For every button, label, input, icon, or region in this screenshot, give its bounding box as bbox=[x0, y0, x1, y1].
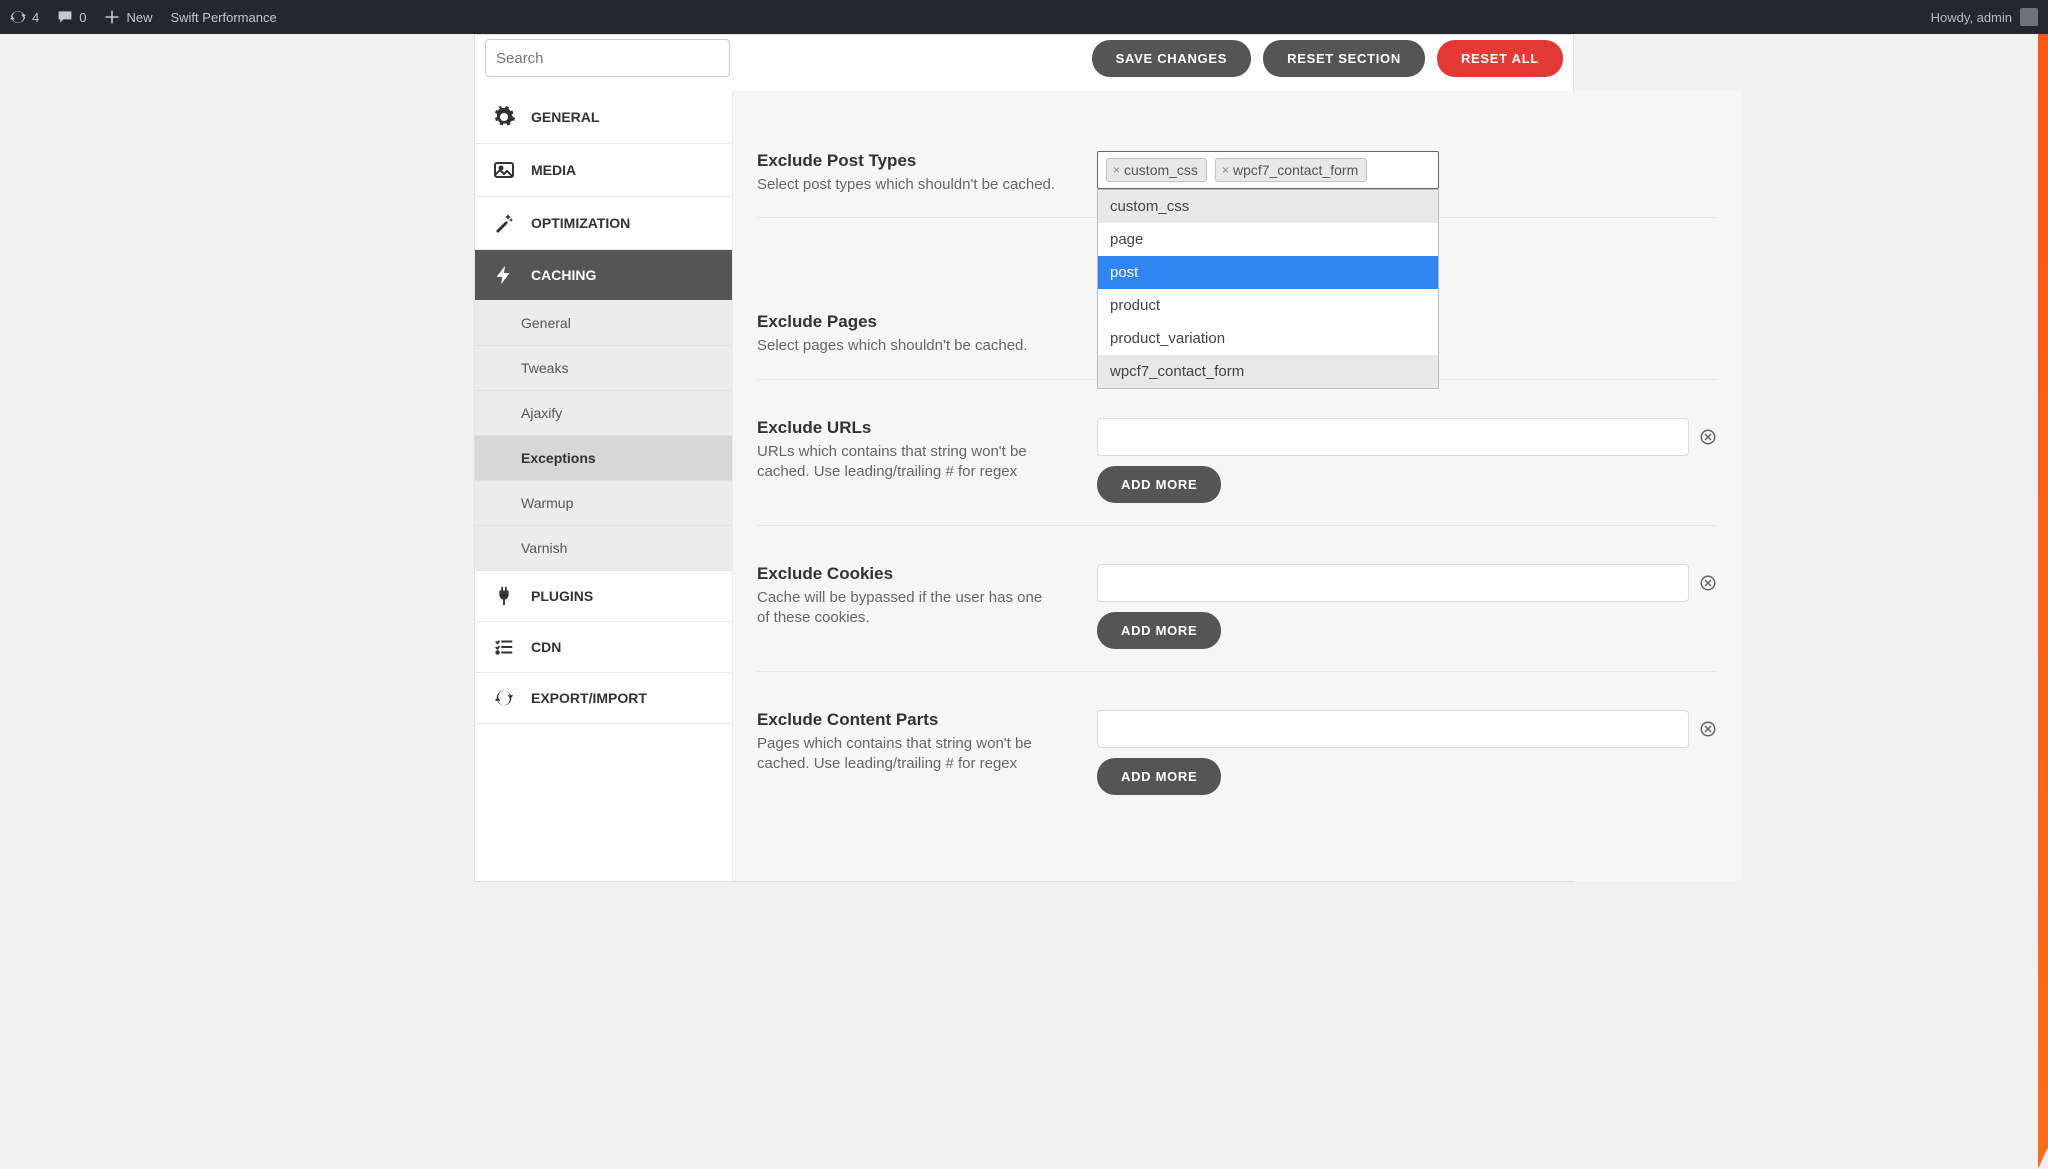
remove-tag-icon[interactable]: × bbox=[1222, 163, 1229, 177]
remove-row-icon[interactable] bbox=[1699, 428, 1717, 446]
list-icon bbox=[491, 636, 517, 658]
topbar-new[interactable]: New bbox=[104, 9, 152, 25]
sidebar-item-export-import[interactable]: Export/Import bbox=[475, 673, 732, 724]
updates-count: 4 bbox=[32, 10, 39, 25]
field-desc: URLs which contains that string won't be… bbox=[757, 442, 1057, 483]
add-more-button[interactable]: Add More bbox=[1097, 612, 1221, 649]
sidebar-item-label: Caching bbox=[531, 267, 596, 283]
field-exclude-content-parts: Exclude Content Parts Pages which contai… bbox=[757, 696, 1717, 817]
dropdown-item[interactable]: post bbox=[1098, 256, 1438, 289]
field-desc: Select post types which shouldn't be cac… bbox=[757, 175, 1057, 195]
sidebar-item-caching[interactable]: Caching bbox=[475, 250, 732, 301]
sidebar-item-media[interactable]: Media bbox=[475, 144, 732, 197]
tag[interactable]: ×wpcf7_contact_form bbox=[1215, 158, 1367, 182]
avatar[interactable] bbox=[2020, 8, 2038, 26]
field-exclude-cookies: Exclude Cookies Cache will be bypassed i… bbox=[757, 550, 1717, 672]
image-icon bbox=[491, 158, 517, 182]
reset-all-button[interactable]: Reset All bbox=[1437, 40, 1563, 77]
dropdown-item[interactable]: custom_css bbox=[1098, 190, 1438, 223]
dropdown-item[interactable]: wpcf7_contact_form bbox=[1098, 355, 1438, 388]
field-exclude-urls: Exclude URLs URLs which contains that st… bbox=[757, 404, 1717, 526]
sidebar-item-label: Optimization bbox=[531, 215, 630, 231]
wand-icon bbox=[491, 211, 517, 235]
toolbar: Save Changes Reset Section Reset All bbox=[475, 35, 1573, 91]
topbar-comments[interactable]: 0 bbox=[57, 9, 86, 25]
field-title: Exclude Cookies bbox=[757, 564, 1057, 584]
field-desc: Pages which contains that string won't b… bbox=[757, 734, 1057, 775]
new-label: New bbox=[126, 10, 152, 25]
sidebar-item-label: CDN bbox=[531, 639, 561, 655]
refresh-icon bbox=[491, 687, 517, 709]
sidebar-item-general[interactable]: General bbox=[475, 91, 732, 144]
field-title: Exclude Pages bbox=[757, 312, 1057, 332]
remove-row-icon[interactable] bbox=[1699, 574, 1717, 592]
reset-section-button[interactable]: Reset Section bbox=[1263, 40, 1425, 77]
accent-bar bbox=[2038, 34, 2048, 1169]
tag[interactable]: ×custom_css bbox=[1106, 158, 1207, 182]
bolt-icon bbox=[491, 264, 517, 286]
field-title: Exclude Post Types bbox=[757, 151, 1057, 171]
field-exclude-post-types: Exclude Post Types Select post types whi… bbox=[757, 137, 1717, 218]
sidebar-subitem-varnish[interactable]: Varnish bbox=[475, 526, 732, 571]
dropdown: custom_css page post product product_var… bbox=[1097, 189, 1439, 389]
sidebar-subitem-exceptions[interactable]: Exceptions bbox=[475, 436, 732, 481]
url-input[interactable] bbox=[1097, 418, 1689, 456]
search-input[interactable] bbox=[485, 39, 730, 77]
plug-icon bbox=[491, 585, 517, 607]
add-more-button[interactable]: Add More bbox=[1097, 758, 1221, 795]
sidebar-item-label: General bbox=[531, 109, 599, 125]
gear-icon bbox=[491, 105, 517, 129]
add-more-button[interactable]: Add More bbox=[1097, 466, 1221, 503]
refresh-icon bbox=[10, 9, 26, 25]
dropdown-item[interactable]: page bbox=[1098, 223, 1438, 256]
cookie-input[interactable] bbox=[1097, 564, 1689, 602]
sidebar-item-label: Plugins bbox=[531, 588, 593, 604]
field-desc: Select pages which shouldn't be cached. bbox=[757, 336, 1057, 356]
content-part-input[interactable] bbox=[1097, 710, 1689, 748]
sidebar-subitem-general[interactable]: General bbox=[475, 301, 732, 346]
admin-topbar: 4 0 New Swift Performance Howdy, admin bbox=[0, 0, 2048, 34]
comments-count: 0 bbox=[79, 10, 86, 25]
field-title: Exclude URLs bbox=[757, 418, 1057, 438]
plus-icon bbox=[104, 9, 120, 25]
field-title: Exclude Content Parts bbox=[757, 710, 1057, 730]
sidebar-item-label: Media bbox=[531, 162, 576, 178]
save-button[interactable]: Save Changes bbox=[1092, 40, 1251, 77]
field-desc: Cache will be bypassed if the user has o… bbox=[757, 588, 1057, 629]
dropdown-item[interactable]: product_variation bbox=[1098, 322, 1438, 355]
howdy-text[interactable]: Howdy, admin bbox=[1931, 10, 2012, 25]
sidebar: General Media Optimization Caching Gener… bbox=[475, 91, 732, 881]
content: Exclude Post Types Select post types whi… bbox=[732, 91, 1741, 881]
topbar-app-name[interactable]: Swift Performance bbox=[170, 10, 276, 25]
dropdown-item[interactable]: product bbox=[1098, 289, 1438, 322]
remove-row-icon[interactable] bbox=[1699, 720, 1717, 738]
sidebar-item-plugins[interactable]: Plugins bbox=[475, 571, 732, 622]
tags-input[interactable]: ×custom_css ×wpcf7_contact_form bbox=[1097, 151, 1439, 189]
sidebar-item-label: Export/Import bbox=[531, 690, 647, 706]
comment-icon bbox=[57, 9, 73, 25]
remove-tag-icon[interactable]: × bbox=[1113, 163, 1120, 177]
sidebar-item-optimization[interactable]: Optimization bbox=[475, 197, 732, 250]
sidebar-item-cdn[interactable]: CDN bbox=[475, 622, 732, 673]
sidebar-subitem-warmup[interactable]: Warmup bbox=[475, 481, 732, 526]
sidebar-subitem-tweaks[interactable]: Tweaks bbox=[475, 346, 732, 391]
sidebar-subitem-ajaxify[interactable]: Ajaxify bbox=[475, 391, 732, 436]
topbar-updates[interactable]: 4 bbox=[10, 9, 39, 25]
